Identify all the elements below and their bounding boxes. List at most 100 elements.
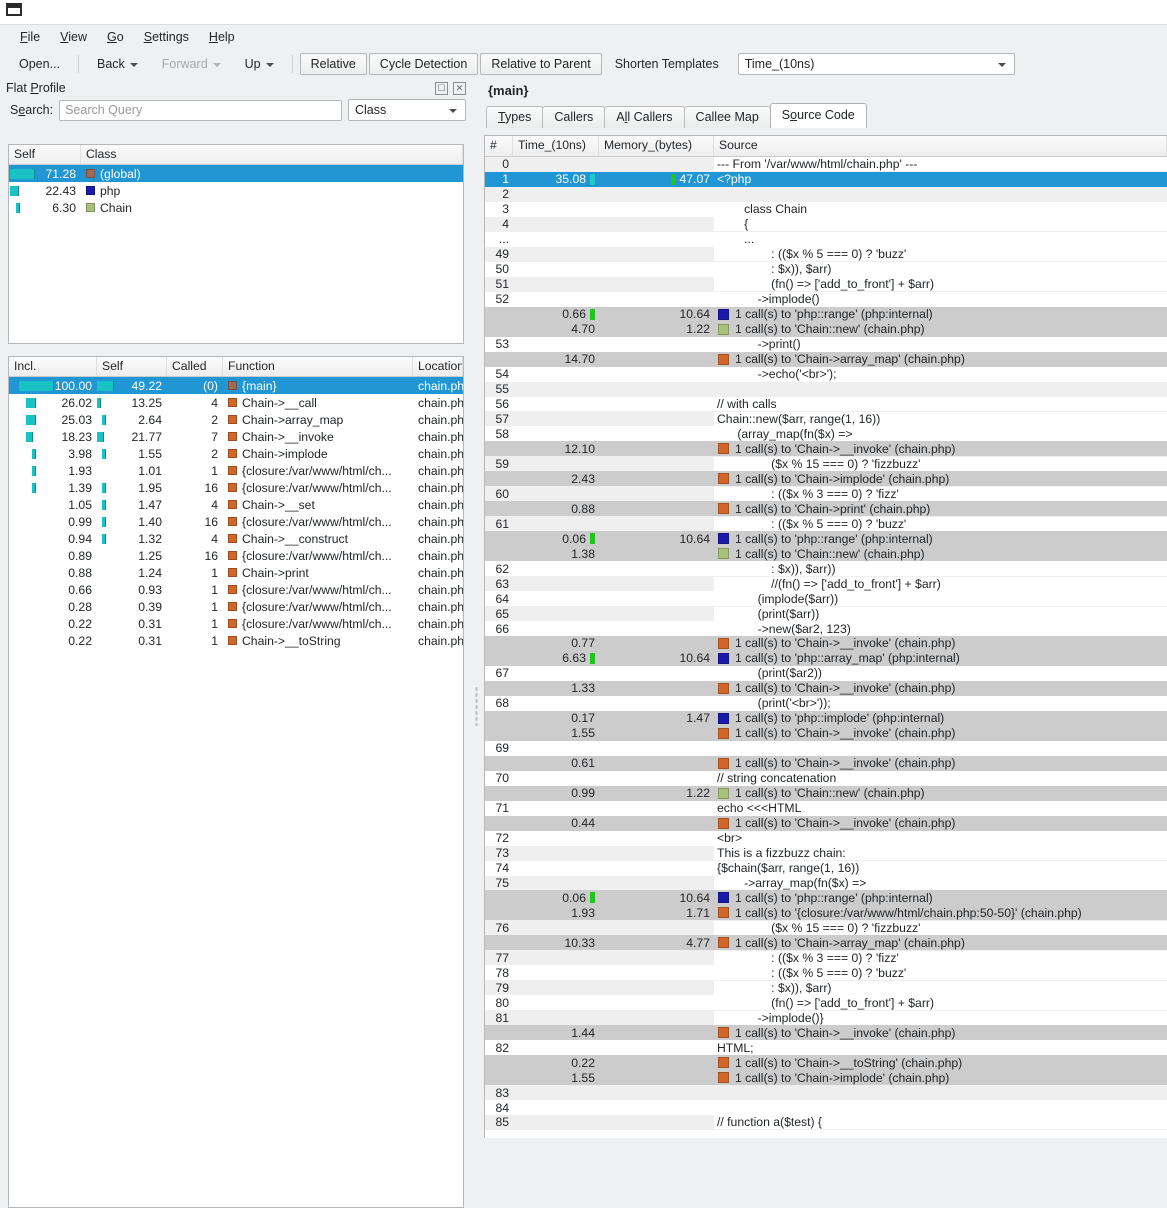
column-header-location[interactable]: Location (413, 357, 463, 376)
class-row[interactable]: 71.28 (global) (9, 165, 463, 182)
source-call-row[interactable]: 1.38 1 call(s) to 'Chain::new' (chain.php… (485, 546, 1167, 562)
tab-types[interactable]: Types (486, 106, 544, 128)
source-line-row[interactable]: 51 (fn() => ['add_to_front'] + $arr) (485, 276, 1167, 292)
menu-go[interactable]: Go (99, 28, 132, 46)
source-call-row[interactable]: 0.66 10.64 1 call(s) to 'php::range' (php:… (485, 306, 1167, 322)
function-list[interactable]: Incl. Self Called Function Location 100.… (8, 356, 464, 1208)
source-line-row[interactable]: 54 ->echo('<br>'); (485, 366, 1167, 382)
source-call-row[interactable]: 1.33 1 call(s) to 'Chain->__invoke' (chai… (485, 680, 1167, 696)
source-line-row[interactable]: 74 {$chain($arr, range(1, 16)) (485, 860, 1167, 876)
source-line-row[interactable]: 66 ->new($ar2, 123) (485, 621, 1167, 636)
source-call-row[interactable]: 0.17 1.47 1 call(s) to 'php::implode' (php… (485, 710, 1167, 726)
source-line-row[interactable]: 75 ->array_map(fn($x) => (485, 875, 1167, 891)
source-line-row[interactable]: 55 (485, 381, 1167, 397)
table-row[interactable]: 1.05 1.47 4 Chain->__set chain.php (9, 496, 463, 513)
source-line-row[interactable]: 76 ($x % 15 === 0) ? 'fizzbuzz' (485, 920, 1167, 936)
source-call-row[interactable]: 1.44 1 call(s) to 'Chain->__invoke' (chai… (485, 1025, 1167, 1041)
source-line-row[interactable]: 83 (485, 1085, 1167, 1101)
source-call-row[interactable]: 0.88 1 call(s) to 'Chain->print' (chain.p… (485, 501, 1167, 517)
source-call-row[interactable]: 14.70 1 call(s) to 'Chain->array_map' (ch… (485, 351, 1167, 367)
source-line-row[interactable]: 81 ->implode()} (485, 1010, 1167, 1026)
source-line-row[interactable]: 1 35.08 47.07 <?php (485, 171, 1167, 187)
undock-icon[interactable]: ☐ (435, 81, 448, 95)
splitter-handle[interactable] (475, 686, 478, 726)
source-call-row[interactable]: 12.10 1 call(s) to 'Chain->__invoke' (cha… (485, 441, 1167, 457)
menu-settings[interactable]: Settings (136, 28, 197, 46)
class-list[interactable]: Self Class 71.28 (global) 22.43 php 6.30 Chai… (8, 144, 464, 344)
shorten-templates-toggle[interactable]: Shorten Templates (604, 53, 730, 75)
table-row[interactable]: 0.22 0.31 1 Chain->__toString chain.php (9, 632, 463, 649)
event-type-select[interactable]: Time_(10ns) (737, 53, 1015, 75)
table-row[interactable]: 100.0049.22 (0) {main} chain.php (9, 377, 463, 394)
source-line-row[interactable]: 63 //(fn() => ['add_to_front'] + $arr) (485, 576, 1167, 592)
source-line-row[interactable]: 70 // string concatenation (485, 770, 1167, 786)
source-call-row[interactable]: 10.33 4.77 1 call(s) to 'Chain->array_map'… (485, 935, 1167, 951)
cycle-detection-toggle[interactable]: Cycle Detection (368, 53, 479, 75)
source-line-row[interactable]: 84 (485, 1100, 1167, 1115)
grouping-select[interactable]: Class (348, 99, 466, 121)
table-row[interactable]: 26.0213.25 4 Chain->__call chain.php (9, 394, 463, 411)
column-header-line-number[interactable]: # (485, 136, 513, 156)
source-line-row[interactable]: 68 (print('<br>')); (485, 695, 1167, 711)
source-call-row[interactable]: 1.55 1 call(s) to 'Chain->implode' (chain… (485, 1070, 1167, 1086)
column-header-memory[interactable]: Memory_(bytes) (599, 136, 714, 156)
source-line-row[interactable]: 67 (print($ar2)) (485, 665, 1167, 681)
source-line-row[interactable]: 59 ($x % 15 === 0) ? 'fizzbuzz' (485, 456, 1167, 472)
chevron-down-icon[interactable] (212, 62, 221, 67)
class-row[interactable]: 22.43 php (9, 182, 463, 199)
menu-file[interactable]: File (12, 28, 48, 46)
source-line-row[interactable]: 52 ->implode() (485, 291, 1167, 307)
source-line-row[interactable]: 62 : $x)), $arr)) (485, 561, 1167, 577)
chevron-down-icon[interactable] (997, 63, 1006, 67)
chevron-down-icon[interactable] (449, 109, 457, 113)
column-header-time[interactable]: Time_(10ns) (513, 136, 599, 156)
table-row[interactable]: 3.981.55 2 Chain->implode chain.php (9, 445, 463, 462)
source-code-view[interactable]: # Time_(10ns) Memory_(bytes) Source 0 ---… (484, 135, 1167, 1138)
source-line-row[interactable]: 82 HTML; (485, 1040, 1167, 1056)
table-row[interactable]: 25.032.64 2 Chain->array_map chain.php (9, 411, 463, 428)
close-icon[interactable]: ✕ (453, 81, 466, 95)
table-row[interactable]: 0.89 1.25 16 {closure:/var/www/html/ch... ch… (9, 547, 463, 564)
source-line-row[interactable]: 64 (implode($arr)) (485, 591, 1167, 607)
column-header-class[interactable]: Class (81, 145, 463, 164)
open-button[interactable]: Open... (8, 53, 71, 75)
source-line-row[interactable]: 3 class Chain (485, 201, 1167, 217)
source-line-row[interactable]: 4 { (485, 216, 1167, 232)
column-header-source[interactable]: Source (714, 136, 1167, 156)
source-line-row[interactable]: 49 : (($x % 5 === 0) ? 'buzz' (485, 246, 1167, 262)
source-call-row[interactable]: 6.63 10.64 1 call(s) to 'php::array_map' (… (485, 650, 1167, 666)
table-row[interactable]: 0.22 0.31 1 {closure:/var/www/html/ch... cha… (9, 615, 463, 632)
source-line-row[interactable]: 65 (print($arr)) (485, 606, 1167, 622)
source-line-row[interactable]: 73 This is a fizzbuzz chain: (485, 845, 1167, 861)
dock-splitter[interactable] (472, 78, 482, 1138)
tab-callee-map[interactable]: Callee Map (683, 106, 771, 128)
menu-help[interactable]: Help (201, 28, 243, 46)
source-line-row[interactable]: 57 Chain::new($arr, range(1, 16)) (485, 411, 1167, 427)
source-call-row[interactable]: 0.99 1.22 1 call(s) to 'Chain::new' (chain… (485, 785, 1167, 801)
source-line-row[interactable]: 60 : (($x % 3 === 0) ? 'fizz' (485, 486, 1167, 502)
table-row[interactable]: 0.66 0.93 1 {closure:/var/www/html/ch... cha… (9, 581, 463, 598)
source-line-row[interactable]: 53 ->print() (485, 336, 1167, 352)
source-call-row[interactable]: 0.06 10.64 1 call(s) to 'php::range' (php:… (485, 890, 1167, 906)
source-line-row[interactable]: 79 : $x)), $arr) (485, 980, 1167, 996)
source-line-row[interactable]: 78 : (($x % 5 === 0) ? 'buzz' (485, 965, 1167, 981)
table-row[interactable]: 0.94 1.32 4 Chain->__construct chain.php (9, 530, 463, 547)
source-line-row[interactable]: 50 : $x)), $arr) (485, 261, 1167, 277)
source-line-row[interactable]: 0 --- From '/var/www/html/chain.php' --- (485, 157, 1167, 172)
source-call-row[interactable]: 0.61 1 call(s) to 'Chain->__invoke' (chai… (485, 755, 1167, 771)
source-call-row[interactable]: 1.55 1 call(s) to 'Chain->__invoke' (chai… (485, 725, 1167, 741)
source-line-row[interactable]: 77 : (($x % 3 === 0) ? 'fizz' (485, 950, 1167, 966)
source-line-row[interactable]: 61 : (($x % 5 === 0) ? 'buzz' (485, 516, 1167, 532)
up-button[interactable]: Up (234, 53, 285, 75)
relative-toggle[interactable]: Relative (299, 53, 367, 75)
table-row[interactable]: 1.39 1.95 16 {closure:/var/www/html/ch... ch… (9, 479, 463, 496)
source-call-row[interactable]: 2.43 1 call(s) to 'Chain->implode' (chain… (485, 471, 1167, 487)
column-header-called[interactable]: Called (167, 357, 223, 376)
source-call-row[interactable]: 0.77 1 call(s) to 'Chain->__invoke' (chai… (485, 636, 1167, 651)
column-header-self[interactable]: Self (9, 145, 81, 164)
menu-view[interactable]: View (52, 28, 95, 46)
class-row[interactable]: 6.30 Chain (9, 199, 463, 216)
table-row[interactable]: 18.2321.77 7 Chain->__invoke chain.php (9, 428, 463, 445)
source-line-row[interactable]: 85 // function a($test) { (485, 1115, 1167, 1130)
source-line-row[interactable]: ... ... (485, 231, 1167, 247)
